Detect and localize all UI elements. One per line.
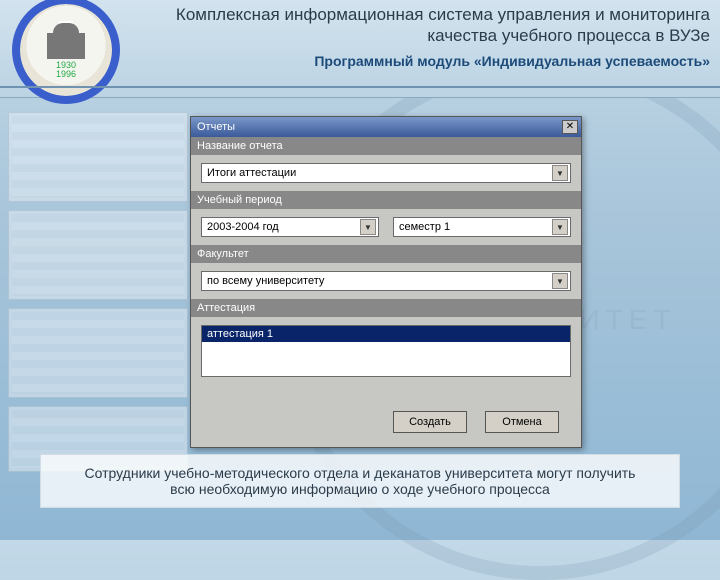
footer-line1: Сотрудники учебно-методического отдела и…	[55, 465, 665, 481]
cancel-button[interactable]: Отмена	[485, 411, 559, 433]
slide-title-line2: качества учебного процесса в ВУЗе	[140, 25, 710, 46]
university-logo: 19301996	[18, 2, 114, 98]
create-button[interactable]: Создать	[393, 411, 467, 433]
dialog-titlebar[interactable]: Отчеты ✕	[191, 117, 581, 137]
slide-header: 19301996 Комплексная информационная сист…	[0, 0, 720, 98]
section-period: Учебный период	[191, 191, 581, 209]
faculty-combo[interactable]: по всему университету ▼	[201, 271, 571, 291]
attestation-listbox[interactable]: аттестация 1	[201, 325, 571, 377]
report-name-value: Итоги аттестации	[207, 167, 296, 179]
slide-subtitle: Программный модуль «Индивидуальная успев…	[140, 53, 710, 69]
section-attestation: Аттестация	[191, 299, 581, 317]
dialog-title: Отчеты	[197, 121, 235, 133]
section-faculty: Факультет	[191, 245, 581, 263]
report-name-combo[interactable]: Итоги аттестации ▼	[201, 163, 571, 183]
chevron-down-icon[interactable]: ▼	[360, 219, 376, 235]
faculty-value: по всему университету	[207, 275, 324, 287]
title-block: Комплексная информационная система управ…	[140, 4, 710, 69]
attestation-selected-item[interactable]: аттестация 1	[202, 326, 570, 342]
divider-line	[0, 86, 720, 88]
background-screenshots	[8, 112, 188, 480]
semester-value: семестр 1	[399, 221, 450, 233]
close-icon: ✕	[566, 121, 574, 132]
semester-combo[interactable]: семестр 1 ▼	[393, 217, 571, 237]
close-button[interactable]: ✕	[562, 120, 578, 134]
chevron-down-icon[interactable]: ▼	[552, 165, 568, 181]
academic-year-combo[interactable]: 2003-2004 год ▼	[201, 217, 379, 237]
footer-line2: всю необходимую информацию о ходе учебно…	[55, 481, 665, 497]
section-report-name: Название отчета	[191, 137, 581, 155]
slide-title-line1: Комплексная информационная система управ…	[140, 4, 710, 25]
chevron-down-icon[interactable]: ▼	[552, 219, 568, 235]
building-icon	[47, 33, 85, 59]
dialog-button-row: Создать Отмена	[191, 385, 581, 447]
academic-year-value: 2003-2004 год	[207, 221, 279, 233]
footer-caption: Сотрудники учебно-методического отдела и…	[40, 454, 680, 508]
chevron-down-icon[interactable]: ▼	[552, 273, 568, 289]
reports-dialog: Отчеты ✕ Название отчета Итоги аттестаци…	[190, 116, 582, 448]
